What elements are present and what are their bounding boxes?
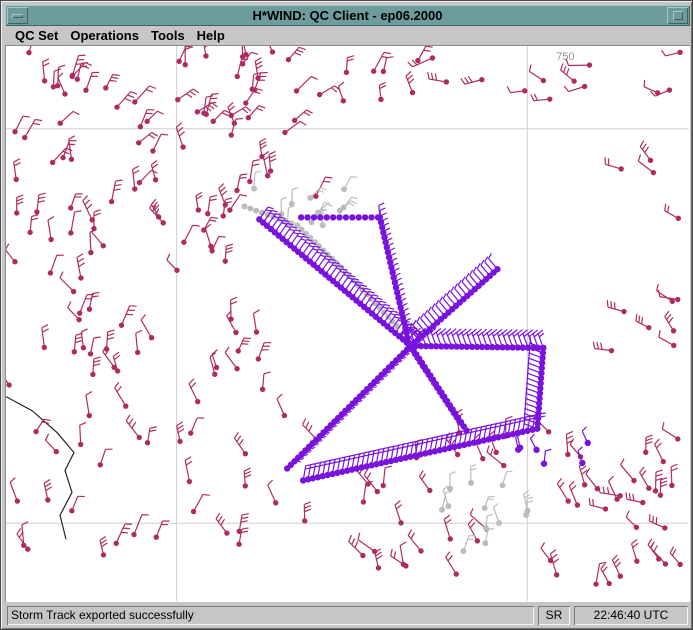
statusbar: Storm Track exported successfully SR 22:… xyxy=(5,604,690,627)
window-title: H*WIND: QC Client - ep06.2000 xyxy=(30,8,665,23)
window-menu-icon xyxy=(12,14,23,18)
menubar: QC Set Operations Tools Help xyxy=(5,26,690,45)
menu-operations[interactable]: Operations xyxy=(64,27,145,44)
map-canvas[interactable]: 750 xyxy=(5,45,690,602)
maximize-button[interactable] xyxy=(667,7,688,24)
svg-text:750: 750 xyxy=(556,51,574,63)
menu-help[interactable]: Help xyxy=(191,27,231,44)
status-message: Storm Track exported successfully xyxy=(7,606,534,625)
window-menu-button[interactable] xyxy=(7,7,28,24)
maximize-icon xyxy=(673,11,683,20)
clock: 22:46:40 UTC xyxy=(574,606,688,625)
menu-tools[interactable]: Tools xyxy=(145,27,191,44)
titlebar: H*WIND: QC Client - ep06.2000 xyxy=(5,5,690,26)
wind-field-plot[interactable]: 750 xyxy=(6,46,689,601)
app-window: H*WIND: QC Client - ep06.2000 QC Set Ope… xyxy=(0,0,693,630)
mode-indicator: SR xyxy=(538,606,570,625)
menu-qc-set[interactable]: QC Set xyxy=(9,27,64,44)
